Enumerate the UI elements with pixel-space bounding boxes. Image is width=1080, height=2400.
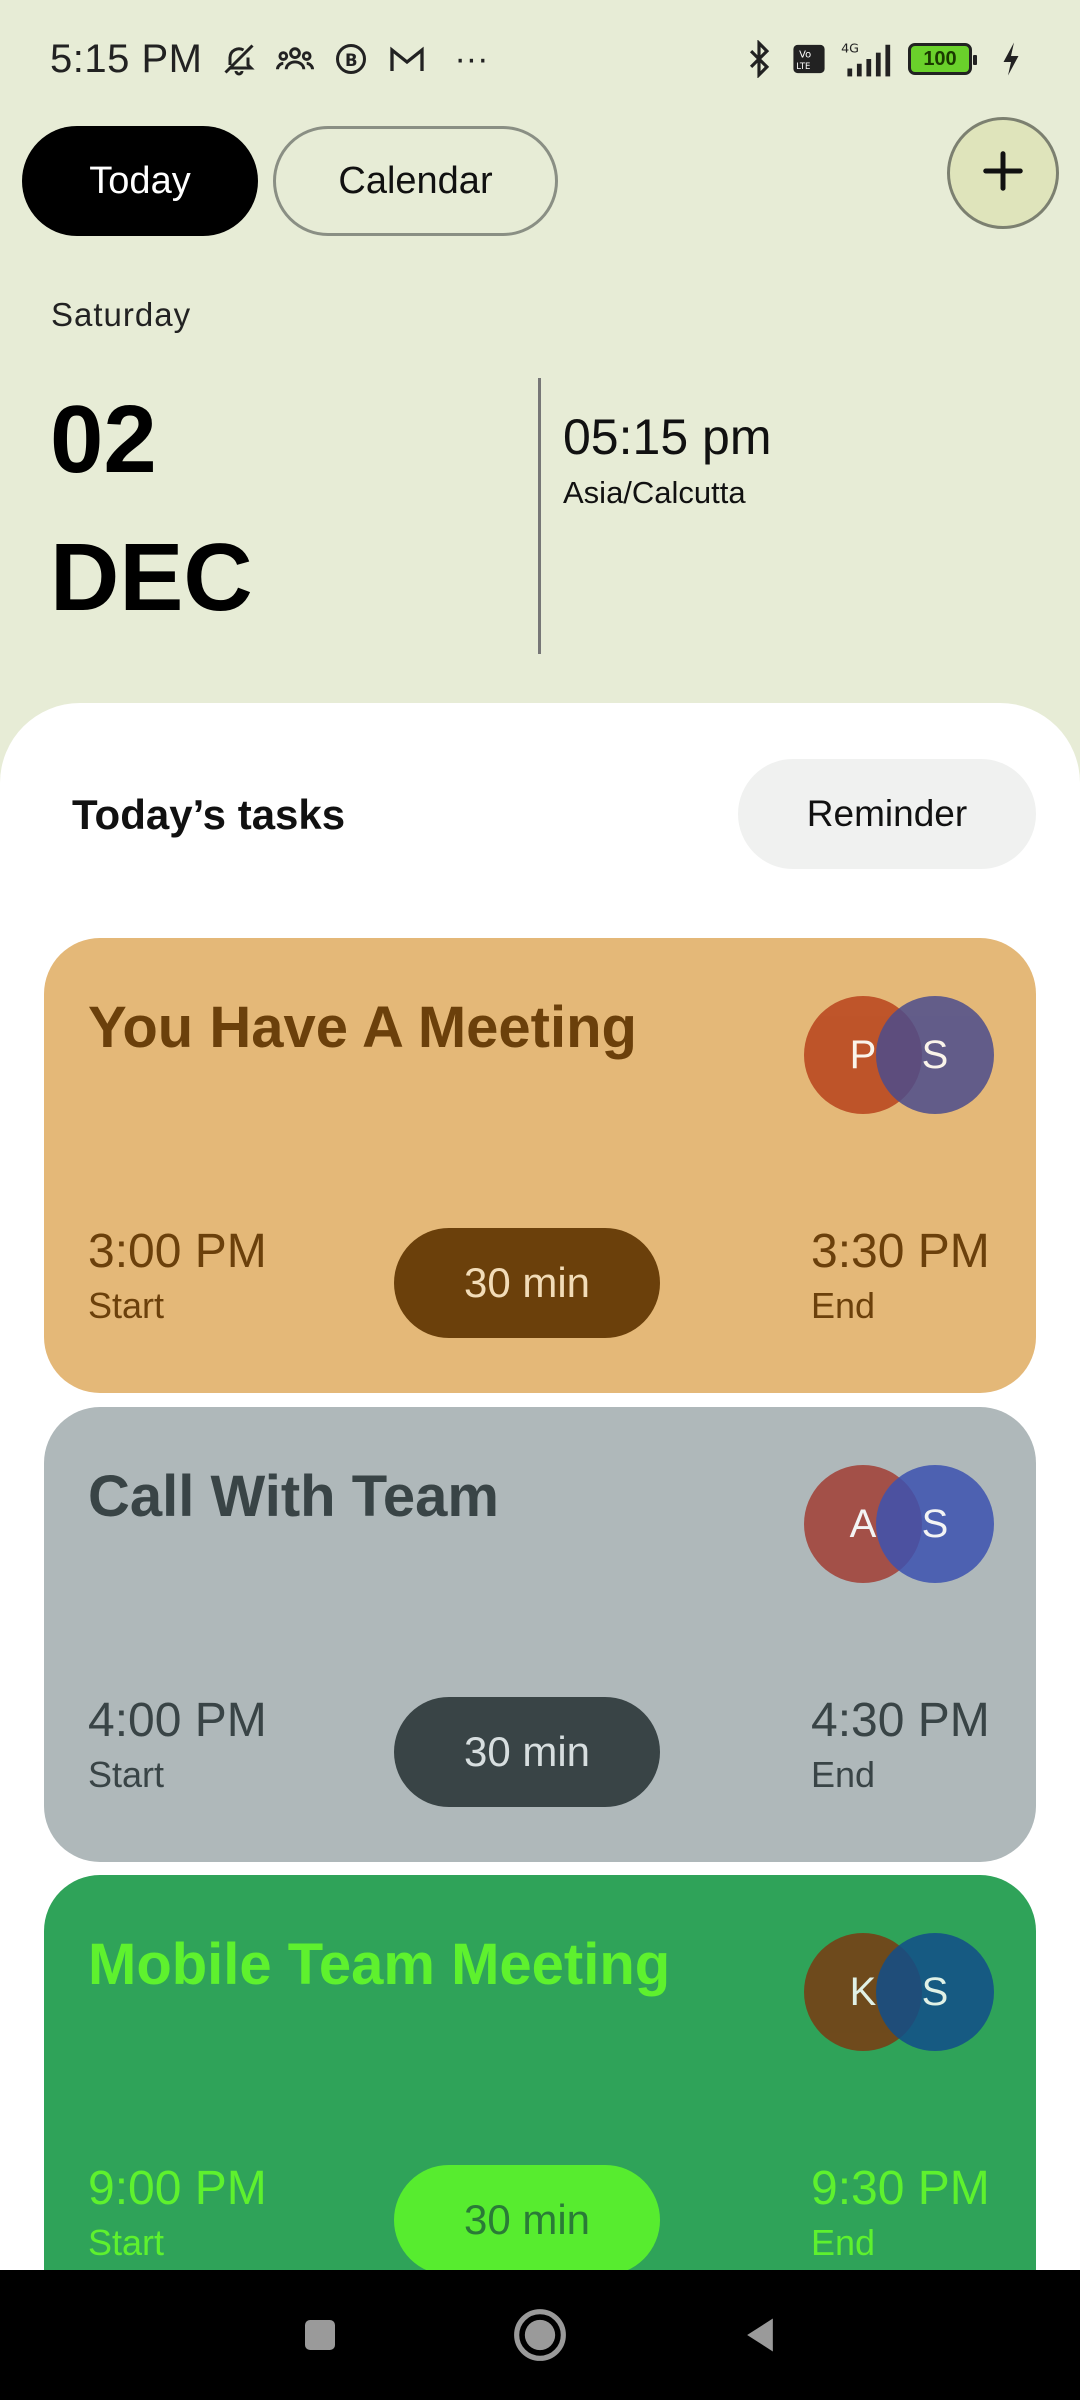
volte-icon: Vo LTE xyxy=(790,40,828,78)
duration-pill: 30 min xyxy=(394,1228,660,1338)
avatar: S xyxy=(876,996,994,1114)
participants: P S xyxy=(804,996,994,1116)
weekday-label: Saturday xyxy=(51,296,192,333)
reminder-button-label: Reminder xyxy=(806,793,968,834)
end-time-block: 4:30 PM End xyxy=(811,1694,990,1796)
back-button[interactable] xyxy=(725,2300,795,2370)
recents-button[interactable] xyxy=(285,2300,355,2370)
status-bar: 5:15 PM B ··· Vo LTE 4G 100 xyxy=(0,0,1080,118)
end-label: End xyxy=(811,1284,876,1326)
participants: A S xyxy=(804,1465,994,1585)
charging-icon xyxy=(992,40,1030,78)
duration-pill: 30 min xyxy=(394,2165,660,2273)
svg-text:Vo: Vo xyxy=(799,50,811,61)
group-icon xyxy=(276,40,315,78)
end-time: 4:30 PM xyxy=(811,1694,990,1747)
avatar: S xyxy=(876,1933,994,2051)
add-task-button[interactable] xyxy=(947,117,1059,229)
svg-text:4G: 4G xyxy=(841,41,859,56)
tasks-sheet: Today’s tasks Reminder You Have A Meetin… xyxy=(0,703,1080,2273)
status-time: 5:15 PM xyxy=(50,36,203,81)
end-time: 3:30 PM xyxy=(811,1225,990,1278)
bluetooth-icon xyxy=(740,40,778,78)
svg-text:LTE: LTE xyxy=(796,62,810,72)
gmail-icon xyxy=(388,40,426,78)
date-divider xyxy=(538,378,541,654)
start-label: Start xyxy=(88,2221,165,2263)
start-time-block: 4:00 PM Start xyxy=(88,1694,267,1796)
start-time: 4:00 PM xyxy=(88,1694,267,1747)
reminder-button[interactable]: Reminder xyxy=(738,759,1036,869)
end-time: 9:30 PM xyxy=(811,2162,990,2215)
end-time-block: 9:30 PM End xyxy=(811,2162,990,2264)
start-time-block: 9:00 PM Start xyxy=(88,2162,267,2264)
tasks-section-title: Today’s tasks xyxy=(72,791,346,838)
plus-icon xyxy=(980,148,1026,199)
start-time: 9:00 PM xyxy=(88,2162,267,2215)
start-label: Start xyxy=(88,1753,165,1795)
month-label: DEC xyxy=(50,524,253,631)
signal-4g-icon: 4G xyxy=(840,40,896,78)
timezone-label: Asia/Calcutta xyxy=(563,475,746,510)
task-title: Call With Team xyxy=(88,1464,499,1529)
svg-text:B: B xyxy=(345,51,358,70)
start-time-block: 3:00 PM Start xyxy=(88,1225,267,1327)
task-title: Mobile Team Meeting xyxy=(88,1932,671,1997)
day-number: 02 xyxy=(50,386,157,493)
end-label: End xyxy=(811,2221,876,2263)
end-label: End xyxy=(811,1753,876,1795)
tab-calendar[interactable]: Calendar xyxy=(273,126,558,236)
whatsapp-business-icon: B xyxy=(332,40,370,78)
duration-pill: 30 min xyxy=(394,1697,660,1807)
end-time-block: 3:30 PM End xyxy=(811,1225,990,1327)
task-title: You Have A Meeting xyxy=(88,995,637,1060)
start-label: Start xyxy=(88,1284,165,1326)
current-time: 05:15 pm xyxy=(563,409,772,465)
home-button[interactable] xyxy=(505,2300,575,2370)
battery-icon: 100 xyxy=(908,43,977,75)
task-card[interactable]: You Have A Meeting P S 3:00 PM Start 30 … xyxy=(44,938,1036,1393)
task-card[interactable]: Call With Team A S 4:00 PM Start 30 min … xyxy=(44,1407,1036,1862)
start-time: 3:00 PM xyxy=(88,1225,267,1278)
task-card[interactable]: Mobile Team Meeting K S 9:00 PM Start 30… xyxy=(44,1875,1036,2273)
notifications-off-icon xyxy=(220,40,258,78)
more-notifications-icon: ··· xyxy=(454,39,489,78)
participants: K S xyxy=(804,1933,994,2053)
tab-today-label: Today xyxy=(89,159,191,202)
tab-calendar-label: Calendar xyxy=(338,159,493,202)
tab-today[interactable]: Today xyxy=(22,126,258,236)
system-nav-bar xyxy=(0,2270,1080,2400)
avatar: S xyxy=(876,1465,994,1583)
